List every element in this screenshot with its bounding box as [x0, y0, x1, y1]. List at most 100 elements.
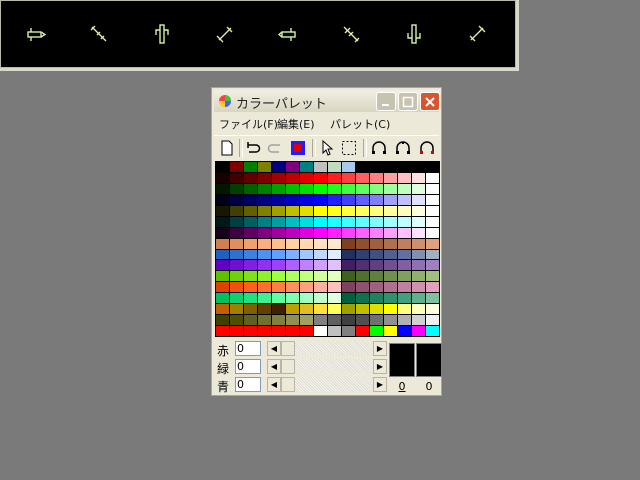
- palette-swatch[interactable]: [356, 304, 369, 315]
- palette-swatch[interactable]: [328, 238, 341, 249]
- palette-swatch[interactable]: [398, 282, 411, 293]
- palette-swatch[interactable]: [272, 315, 285, 326]
- palette-swatch[interactable]: [244, 260, 257, 271]
- palette-swatch[interactable]: [412, 271, 425, 282]
- palette-swatch[interactable]: [314, 216, 327, 227]
- palette-swatch[interactable]: [370, 282, 383, 293]
- palette-swatch[interactable]: [384, 216, 397, 227]
- palette-swatch[interactable]: [342, 194, 355, 205]
- palette-swatch[interactable]: [216, 293, 229, 304]
- palette-swatch[interactable]: [230, 216, 243, 227]
- palette-swatch[interactable]: [412, 172, 425, 183]
- palette-swatch[interactable]: [398, 183, 411, 194]
- palette-swatch[interactable]: [426, 271, 439, 282]
- palette-swatch[interactable]: [286, 304, 299, 315]
- palette-swatch[interactable]: [398, 260, 411, 271]
- palette-swatch[interactable]: [412, 183, 425, 194]
- palette-swatch[interactable]: [300, 249, 313, 260]
- palette-swatch[interactable]: [258, 227, 271, 238]
- palette-swatch[interactable]: [384, 271, 397, 282]
- palette-swatch[interactable]: [258, 326, 271, 336]
- sprite-3-icon[interactable]: [150, 22, 174, 46]
- palette-swatch[interactable]: [356, 216, 369, 227]
- slider-thumb[interactable]: [281, 359, 295, 374]
- select-rect-icon[interactable]: [340, 139, 358, 157]
- palette-swatch[interactable]: [244, 271, 257, 282]
- palette-swatch[interactable]: [412, 194, 425, 205]
- palette-swatch[interactable]: [230, 194, 243, 205]
- palette-swatch[interactable]: [258, 249, 271, 260]
- palette-swatch[interactable]: [216, 249, 229, 260]
- palette-swatch[interactable]: [272, 326, 285, 336]
- palette-swatch[interactable]: [426, 194, 439, 205]
- palette-swatch[interactable]: [314, 249, 327, 260]
- palette-swatch[interactable]: [426, 293, 439, 304]
- scroll-right-icon[interactable]: ▶: [373, 341, 387, 356]
- green-value-input[interactable]: 0: [235, 359, 261, 374]
- palette-swatch[interactable]: [356, 172, 369, 183]
- redo-icon[interactable]: [266, 139, 284, 157]
- palette-swatch[interactable]: [356, 227, 369, 238]
- palette-swatch[interactable]: [258, 194, 271, 205]
- sprite-1-icon[interactable]: [24, 22, 48, 46]
- palette-swatch[interactable]: [412, 282, 425, 293]
- palette-swatch[interactable]: [356, 293, 369, 304]
- palette-swatch[interactable]: [342, 227, 355, 238]
- palette-swatch[interactable]: [244, 304, 257, 315]
- palette-swatch[interactable]: [398, 326, 411, 336]
- slider-thumb[interactable]: [281, 377, 295, 392]
- palette-swatch[interactable]: [342, 260, 355, 271]
- palette-swatch[interactable]: [216, 183, 229, 194]
- palette-swatch[interactable]: [384, 260, 397, 271]
- palette-swatch[interactable]: [328, 216, 341, 227]
- slider-track[interactable]: [295, 377, 373, 392]
- palette-swatch[interactable]: [426, 249, 439, 260]
- gradient-icon-3[interactable]: [418, 139, 436, 157]
- blue-value-input[interactable]: 0: [235, 377, 261, 392]
- palette-swatch[interactable]: [286, 205, 299, 216]
- palette-swatch[interactable]: [300, 315, 313, 326]
- palette-swatch[interactable]: [300, 162, 313, 172]
- palette-swatch[interactable]: [328, 172, 341, 183]
- palette-swatch[interactable]: [272, 260, 285, 271]
- palette-swatch[interactable]: [258, 172, 271, 183]
- palette-swatch[interactable]: [286, 216, 299, 227]
- palette-swatch[interactable]: [356, 205, 369, 216]
- palette-swatch[interactable]: [426, 260, 439, 271]
- maximize-button[interactable]: [398, 92, 418, 111]
- palette-swatch[interactable]: [230, 326, 243, 336]
- palette-swatch[interactable]: [314, 315, 327, 326]
- palette-swatch[interactable]: [426, 216, 439, 227]
- palette-swatch[interactable]: [370, 183, 383, 194]
- palette-swatch[interactable]: [342, 271, 355, 282]
- palette-swatch[interactable]: [328, 183, 341, 194]
- scroll-left-icon[interactable]: ◀: [267, 359, 281, 374]
- palette-swatch[interactable]: [314, 172, 327, 183]
- palette-swatch[interactable]: [356, 271, 369, 282]
- slider-track[interactable]: [295, 341, 373, 356]
- palette-swatch[interactable]: [370, 326, 383, 336]
- undo-icon[interactable]: [244, 139, 262, 157]
- palette-swatch[interactable]: [370, 205, 383, 216]
- sprite-5-icon[interactable]: [276, 22, 300, 46]
- palette-swatch[interactable]: [272, 271, 285, 282]
- palette-swatch[interactable]: [328, 293, 341, 304]
- palette-swatch[interactable]: [384, 282, 397, 293]
- palette-swatch[interactable]: [258, 260, 271, 271]
- palette-swatch[interactable]: [412, 162, 425, 172]
- palette-swatch[interactable]: [230, 183, 243, 194]
- palette-swatch[interactable]: [384, 172, 397, 183]
- palette-swatch[interactable]: [244, 227, 257, 238]
- palette-swatch[interactable]: [328, 194, 341, 205]
- scroll-right-icon[interactable]: ▶: [373, 377, 387, 392]
- palette-swatch[interactable]: [230, 249, 243, 260]
- palette-swatch[interactable]: [328, 282, 341, 293]
- palette-swatch[interactable]: [426, 227, 439, 238]
- palette-swatch[interactable]: [314, 227, 327, 238]
- palette-swatch[interactable]: [314, 293, 327, 304]
- palette-swatch[interactable]: [342, 172, 355, 183]
- palette-swatch[interactable]: [356, 260, 369, 271]
- palette-swatch[interactable]: [258, 216, 271, 227]
- palette-swatch[interactable]: [356, 249, 369, 260]
- palette-swatch[interactable]: [244, 216, 257, 227]
